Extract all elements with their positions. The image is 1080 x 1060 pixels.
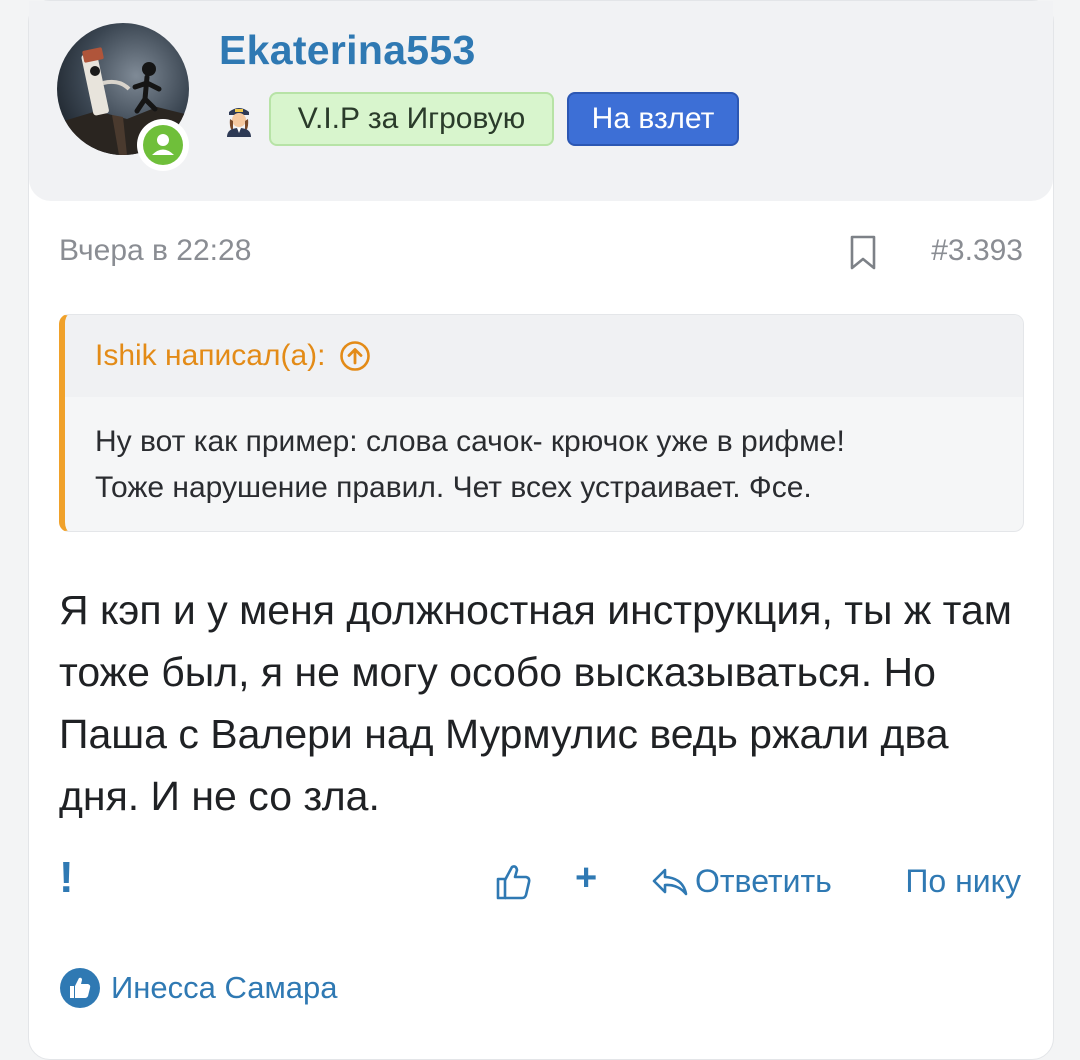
reaction-user-link[interactable]: Инесса Самара	[111, 970, 338, 1006]
reply-arrow-icon	[652, 868, 688, 895]
reactions-bar[interactable]: Инесса Самара	[59, 967, 338, 1009]
report-button[interactable]: !	[59, 853, 74, 903]
add-reaction-button[interactable]: +	[575, 857, 597, 900]
quote-line: Тоже нарушение правил. Чет всех устраива…	[95, 471, 812, 504]
quote-author[interactable]: Ishik написал(а):	[95, 339, 325, 373]
reply-by-nick-button[interactable]: По нику	[905, 863, 1021, 900]
online-user-icon	[143, 125, 183, 165]
reply-button[interactable]: Ответить	[651, 863, 832, 900]
like-button[interactable]	[495, 863, 531, 906]
arrow-up-circle-icon[interactable]	[339, 340, 371, 372]
post-actions: ! + Ответить По нику	[29, 853, 1053, 913]
quote-line: Ну вот как пример: слова сачок- крючок у…	[95, 425, 845, 458]
quote-text: Ну вот как пример: слова сачок- крючок у…	[65, 397, 1023, 511]
like-icon	[496, 865, 531, 900]
quote-block: Ishik написал(а): Ну вот как пример: сло…	[59, 314, 1024, 532]
bookmark-icon[interactable]	[849, 235, 877, 276]
author-username[interactable]: Ekaterina553	[219, 27, 476, 74]
takeoff-badge[interactable]: На взлет	[567, 92, 739, 146]
post-author-header: Ekaterina553 V.I.P за Игровую На взлет	[29, 1, 1053, 201]
post-number[interactable]: #3.393	[931, 234, 1023, 268]
pilot-rank-icon	[221, 101, 257, 137]
like-reaction-icon	[60, 968, 100, 1008]
vip-badge[interactable]: V.I.P за Игровую	[269, 92, 554, 146]
quote-header: Ishik написал(а):	[65, 315, 1023, 397]
reply-label: Ответить	[695, 863, 832, 899]
online-status-badge	[137, 119, 189, 171]
post-date[interactable]: Вчера в 22:28	[59, 234, 251, 268]
forum-post: Ekaterina553 V.I.P за Игровую На взлет В…	[28, 0, 1054, 1060]
post-message: Я кэп и у меня должностная инструкция, т…	[59, 587, 1012, 819]
